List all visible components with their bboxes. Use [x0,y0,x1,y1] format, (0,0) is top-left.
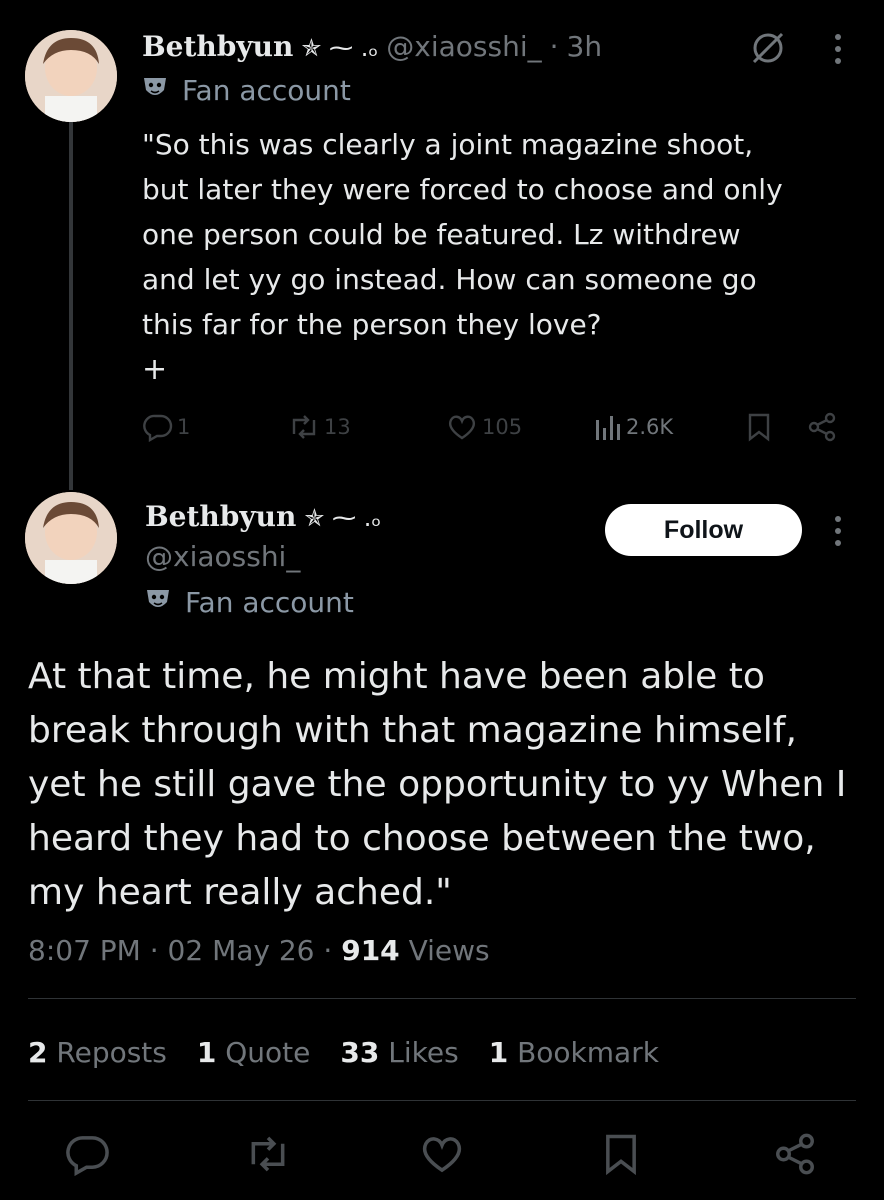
likes-label: Likes [388,1036,459,1069]
tweet-text: "So this was clearly a joint magazine sh… [142,128,783,341]
engagement-stats: 2 Reposts 1 Quote 33 Likes 1 Bookmark [28,1036,659,1069]
mask-icon [142,74,168,107]
more-icon[interactable] [832,32,844,70]
timestamp[interactable]: 3h [567,30,603,63]
bookmark-icon[interactable] [602,1132,640,1180]
likes-stat[interactable]: 33 Likes [340,1036,458,1069]
divider [28,998,856,999]
show-more[interactable]: + [142,352,167,387]
views-count: 914 [341,934,400,967]
repost-button[interactable]: 13 [288,412,351,442]
handle[interactable]: @xiaosshi_ [145,540,300,573]
label-text: Fan account [182,74,351,107]
bookmark-icon[interactable] [746,412,772,446]
reposts-label: Reposts [56,1036,167,1069]
mask-icon [145,586,171,619]
quote-count: 1 [196,1036,217,1069]
separator-dot: · [323,934,342,967]
label-text: Fan account [185,586,354,619]
reply-icon [143,412,173,442]
name-decoration: ✯ ⁓ .ₒ [304,504,382,532]
reposts-stat[interactable]: 2 Reposts [28,1036,167,1069]
heart-icon [446,412,478,442]
like-count: 105 [482,415,523,439]
separator-dot: · [549,30,559,63]
share-icon[interactable] [806,412,838,446]
account-label: Fan account [145,586,354,619]
avatar[interactable] [25,492,117,584]
likes-count: 33 [340,1036,380,1069]
follow-button[interactable]: Follow [605,504,802,556]
repost-count: 13 [324,415,351,439]
views-count: 2.6K [626,415,674,439]
heart-icon[interactable] [418,1132,466,1180]
bookmark-count: 1 [488,1036,509,1069]
tweet-meta: 8:07 PM · 02 May 26 · 914 Views [28,934,490,967]
bookmarks-stat[interactable]: 1 Bookmark [489,1036,659,1069]
tweet-date[interactable]: 02 May 26 [168,934,315,967]
display-name[interactable]: Bethbyun [142,30,293,63]
more-icon[interactable] [832,514,844,552]
reply-button[interactable]: 1 [143,412,190,442]
repost-icon [288,412,320,442]
reply-icon[interactable] [66,1132,110,1180]
handle[interactable]: @xiaosshi_ [386,30,541,63]
quotes-stat[interactable]: 1 Quote [197,1036,311,1069]
tweet-text: At that time, he might have been able to… [28,656,847,913]
reposts-count: 2 [28,1036,48,1069]
like-button[interactable]: 105 [446,412,522,442]
name-decoration: ✯ ⁓ .ₒ [301,34,379,62]
separator-dot: · [149,934,168,967]
reply-count: 1 [177,415,191,439]
thread-connector [69,120,73,490]
bookmark-label: Bookmark [517,1036,659,1069]
share-icon[interactable] [772,1132,818,1180]
account-label: Fan account [142,74,351,107]
tweet-time[interactable]: 8:07 PM [28,934,141,967]
views-button[interactable]: 2.6K [594,412,673,442]
avatar[interactable] [25,30,117,122]
repost-icon[interactable] [244,1132,292,1180]
quote-label: Quote [225,1036,311,1069]
views-icon [594,412,622,442]
display-name[interactable]: Bethbyun [145,500,296,533]
views-label: Views [408,934,490,967]
grok-icon[interactable] [748,28,788,72]
divider [28,1100,856,1101]
